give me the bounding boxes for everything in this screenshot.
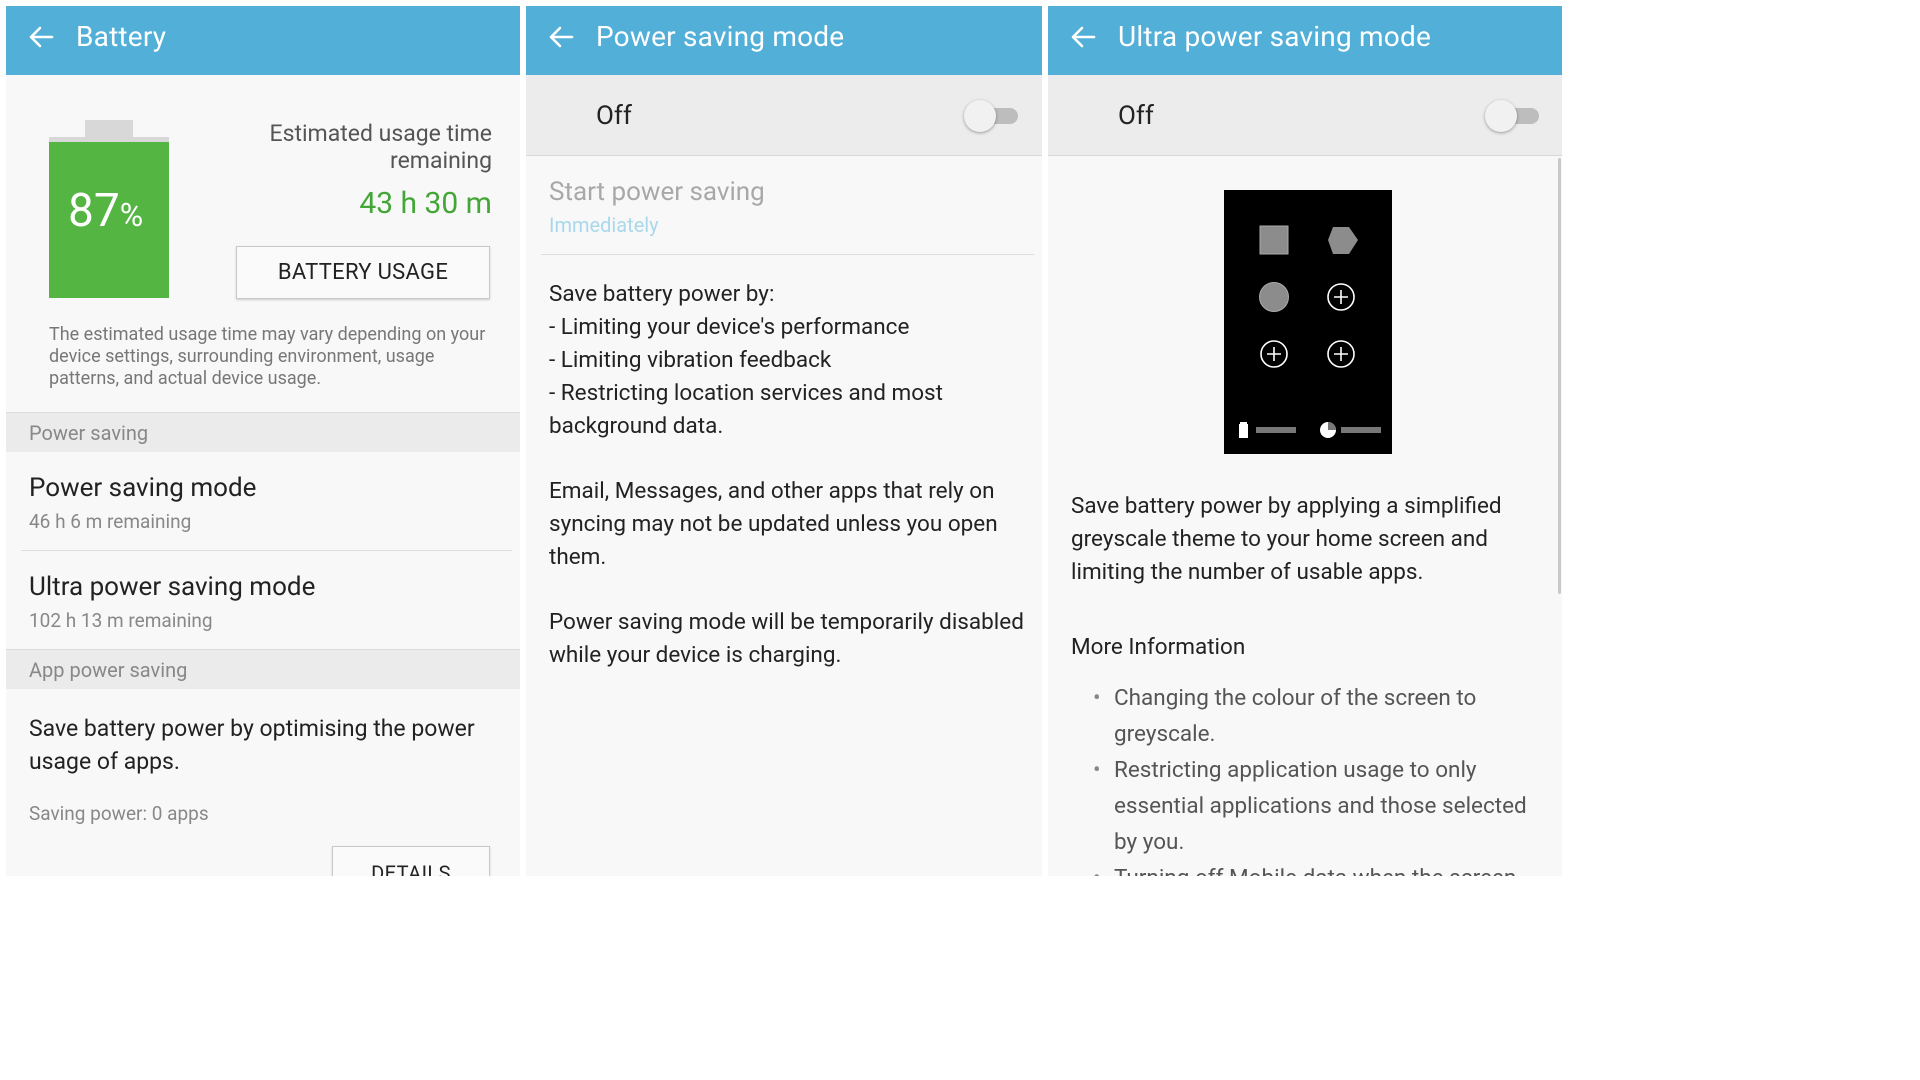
psm-description-sync: Email, Messages, and other apps that rel…: [549, 478, 998, 570]
upsm-description: Save battery power by applying a simplif…: [1071, 493, 1502, 585]
more-information-heading: More Information: [1071, 634, 1246, 660]
battery-usage-button[interactable]: BATTERY USAGE: [236, 246, 490, 299]
list-item-value: Immediately: [549, 213, 659, 237]
start-power-saving-item[interactable]: Start power saving Immediately: [526, 166, 1042, 254]
app-power-saving-description: Save battery power by optimising the pow…: [29, 715, 475, 775]
switch-state-label: Off: [1118, 101, 1154, 131]
psm-description-charging: Power saving mode will be temporarily di…: [549, 609, 1024, 668]
usage-disclaimer: The estimated usage time may vary depend…: [49, 324, 486, 389]
battery-percent-sign: %: [119, 196, 144, 234]
list-item-subtitle: 46 h 6 m remaining: [29, 510, 192, 533]
switch-state-label: Off: [596, 101, 632, 131]
scrollbar[interactable]: [1558, 158, 1561, 594]
battery-percentage: 87%: [68, 184, 143, 238]
page-title: Power saving mode: [596, 20, 845, 53]
battery-percent-value: 87: [68, 184, 120, 238]
power-saving-mode-item[interactable]: Power saving mode 46 h 6 m remaining: [6, 452, 520, 550]
switch-thumb: [964, 100, 996, 132]
back-arrow-icon[interactable]: [546, 22, 576, 52]
bullet-text: Turning off Mobile data when the screen: [1114, 865, 1516, 876]
circle-app-icon: [1259, 282, 1289, 312]
bullet-text: Restricting application usage to only es…: [1114, 757, 1527, 855]
bullet-text: Changing the colour of the screen to gre…: [1114, 685, 1477, 747]
saving-power-count: Saving power: 0 apps: [29, 802, 209, 825]
details-button[interactable]: DETAILS: [332, 846, 490, 876]
upsm-app-bar: Ultra power saving mode: [1048, 6, 1562, 75]
list-item-subtitle: 102 h 13 m remaining: [29, 609, 213, 632]
switch-thumb: [1485, 100, 1517, 132]
back-arrow-icon[interactable]: [1068, 22, 1098, 52]
list-item: •Turning off Mobile data when the screen: [1093, 860, 1533, 876]
list-item-title: Power saving mode: [29, 473, 257, 503]
battery-screen: Battery 87% Estimated usage time remaini…: [6, 6, 520, 876]
greyscale-home-preview-image: [1224, 190, 1392, 454]
page-title: Battery: [76, 20, 167, 53]
upsm-toggle-switch[interactable]: [1485, 99, 1543, 133]
mini-pie-icon: [1320, 422, 1336, 438]
square-app-icon: [1259, 225, 1289, 255]
psm-description-limits: Save battery power by: - Limiting your d…: [549, 281, 944, 439]
list-item-title: Start power saving: [549, 177, 765, 207]
status-bar: [1341, 427, 1381, 433]
divider: [541, 254, 1034, 255]
ultra-power-saving-mode-screen: Ultra power saving mode Off Save battery…: [1048, 6, 1562, 876]
section-header-power-saving: Power saving: [6, 412, 520, 452]
mini-battery-icon: [1239, 422, 1248, 438]
estimated-usage-label: Estimated usage time remaining: [269, 120, 493, 174]
estimated-usage-value: 43 h 30 m: [359, 186, 492, 221]
status-bar: [1256, 427, 1296, 433]
section-header-label: App power saving: [29, 658, 188, 682]
section-header-label: Power saving: [29, 421, 149, 445]
psm-master-switch-row[interactable]: Off: [526, 75, 1042, 156]
more-information-list: • Changing the colour of the screen to gr…: [1093, 680, 1533, 876]
ultra-power-saving-mode-item[interactable]: Ultra power saving mode 102 h 13 m remai…: [6, 551, 520, 649]
psm-toggle-switch[interactable]: [964, 99, 1022, 133]
power-saving-mode-screen: Power saving mode Off Start power saving…: [526, 6, 1042, 876]
back-arrow-icon[interactable]: [26, 22, 56, 52]
upsm-master-switch-row[interactable]: Off: [1048, 75, 1562, 156]
list-item-title: Ultra power saving mode: [29, 572, 316, 602]
page-title: Ultra power saving mode: [1118, 20, 1431, 53]
section-header-app-power-saving: App power saving: [6, 649, 520, 689]
list-item: • Restricting application usage to only e…: [1093, 757, 1527, 855]
psm-app-bar: Power saving mode: [526, 6, 1042, 75]
list-item: • Changing the colour of the screen to gr…: [1093, 685, 1477, 747]
battery-app-bar: Battery: [6, 6, 520, 75]
